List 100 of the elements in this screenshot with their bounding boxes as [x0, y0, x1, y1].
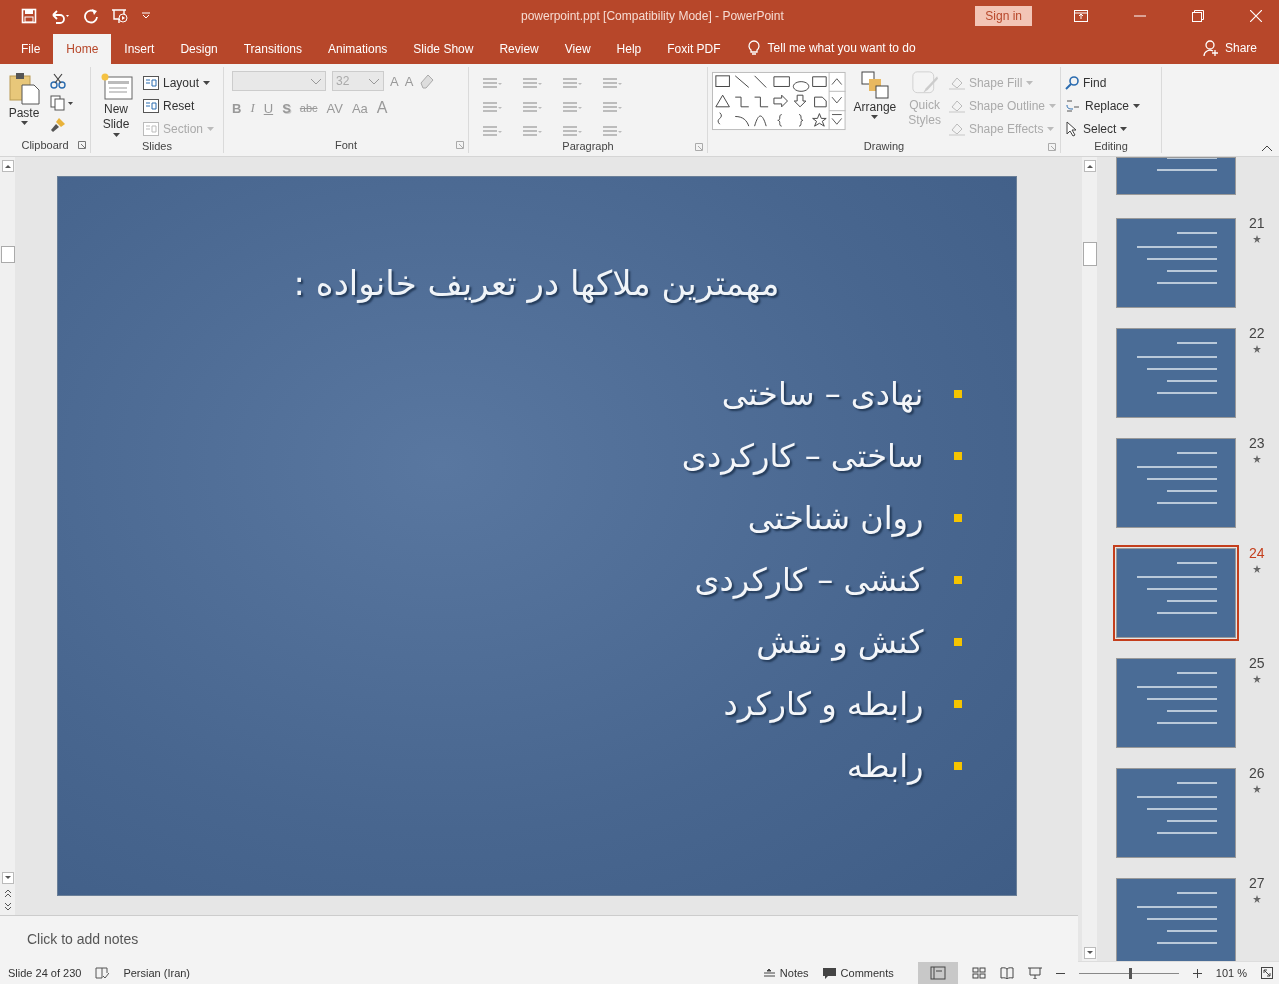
spelling-check-icon[interactable]: [95, 967, 110, 979]
star-icon: [1252, 675, 1261, 683]
presentation-icon[interactable]: [111, 8, 129, 24]
person-add-icon[interactable]: [1202, 40, 1219, 56]
font-name-field[interactable]: [232, 71, 326, 91]
close-icon[interactable]: [1250, 10, 1262, 22]
notes-button[interactable]: Notes: [763, 967, 809, 979]
scroll-up-icon[interactable]: [1083, 160, 1096, 172]
ribbon-tab[interactable]: Foxit PDF: [654, 34, 734, 64]
grid-view-icon[interactable]: [971, 967, 986, 979]
restore-icon[interactable]: [1192, 10, 1204, 22]
editing-button[interactable]: Select: [1065, 119, 1141, 139]
bullet-text: رابطه و کارکرد: [723, 685, 924, 723]
arrange-button[interactable]: Arrange: [849, 71, 901, 119]
slide-number: 27: [1249, 875, 1265, 891]
shapes-gallery[interactable]: [712, 71, 846, 131]
star-icon: [1252, 345, 1261, 353]
zoom-slider-thumb[interactable]: [1128, 967, 1132, 979]
layout-icon: [143, 76, 159, 90]
undo-icon[interactable]: [49, 8, 71, 24]
bullet-square-icon: [953, 576, 962, 584]
bullet-text: رابطه: [846, 747, 924, 785]
zoom-in-icon[interactable]: [1192, 968, 1202, 978]
bullet-square-icon: [953, 700, 962, 708]
ribbon-tab[interactable]: Help: [603, 34, 655, 64]
bullet-text: نهادی – ساختی: [721, 375, 924, 413]
search-icon: [1065, 76, 1079, 90]
scrollbar-thumb[interactable]: [1082, 242, 1097, 266]
ribbon-tab[interactable]: View: [551, 34, 604, 64]
scroll-down-icon[interactable]: [1083, 947, 1096, 959]
ribbon-tab[interactable]: Insert: [111, 34, 168, 64]
scroll-down-icon[interactable]: [1, 872, 14, 884]
editing-button[interactable]: Find: [1065, 73, 1141, 93]
cursor-icon: [1065, 121, 1079, 137]
shape-format-icon: [948, 122, 965, 136]
clipboard-icon: [8, 71, 40, 105]
editing-button[interactable]: Replace: [1065, 96, 1141, 116]
caret-icon: [310, 77, 322, 85]
share-button[interactable]: Share: [1222, 41, 1279, 64]
language-indicator[interactable]: Persian (Iran): [123, 967, 191, 979]
layout-icon: [143, 99, 159, 113]
shape-format-icon: [948, 99, 965, 113]
slide-title: مهمترین ملاکها در تعریف خانواده :: [293, 263, 780, 303]
slideshow-icon[interactable]: [1027, 967, 1042, 979]
scissors-icon[interactable]: [50, 73, 66, 89]
ribbon-tab[interactable]: Review: [486, 34, 552, 64]
shape-format-icon: [948, 76, 965, 90]
speech-bubble-icon: [822, 967, 836, 979]
star-icon: [1252, 565, 1261, 573]
book-icon[interactable]: [999, 967, 1014, 979]
group-label: Paragraph: [562, 140, 614, 152]
normal-view-icon[interactable]: [917, 962, 958, 984]
redo-icon[interactable]: [83, 8, 99, 24]
bullet-square-icon: [953, 762, 962, 770]
bullet-square-icon: [953, 514, 962, 522]
paintbrush-icon[interactable]: [50, 117, 66, 133]
fit-to-window-icon[interactable]: [1261, 967, 1273, 979]
scroll-up-icon[interactable]: [1, 160, 14, 172]
tell-me-search[interactable]: Tell me what you want to do: [767, 41, 916, 64]
slide-sun-icon: [99, 71, 133, 101]
ribbon-tab[interactable]: Transitions: [230, 34, 315, 64]
collapse-ribbon-icon[interactable]: [1261, 145, 1273, 152]
copy-icon[interactable]: [50, 95, 74, 111]
save-icon[interactable]: [21, 8, 37, 24]
caret-icon: [871, 115, 879, 119]
group-label: Font: [335, 139, 357, 151]
scrollbar[interactable]: [0, 157, 15, 915]
star-icon: [1252, 235, 1261, 243]
layout-icon: [143, 122, 159, 136]
next-slide-icon[interactable]: [2, 902, 13, 912]
scrollbar-thumb[interactable]: [0, 246, 15, 263]
ribbon-tab[interactable]: Animations: [315, 34, 401, 64]
comments-button[interactable]: Comments: [822, 967, 894, 979]
scrollbar[interactable]: [1082, 157, 1097, 962]
group-label: Clipboard: [21, 139, 69, 151]
new-slide-button[interactable]: New Slide: [95, 71, 137, 139]
customize-icon[interactable]: [141, 12, 151, 20]
caret-icon: [1120, 127, 1128, 131]
ribbon-tab[interactable]: Home: [53, 34, 112, 64]
bullet-text: روان شناختی: [747, 499, 924, 537]
previous-slide-icon[interactable]: [2, 888, 13, 898]
bullet-square-icon: [953, 452, 962, 460]
ribbon-tab[interactable]: Design: [167, 34, 231, 64]
slide-number: 23: [1249, 435, 1265, 451]
ribbon-display-icon[interactable]: [1074, 10, 1088, 22]
dialog-launcher-icon[interactable]: [78, 141, 86, 149]
slides-button[interactable]: Reset: [143, 96, 215, 116]
notes-placeholder[interactable]: Click to add notes: [27, 931, 139, 947]
window-title: powerpoint.ppt [Compatibility Mode] - PowerPoint: [520, 9, 785, 23]
slides-button[interactable]: Layout: [143, 73, 215, 93]
group-label: Slides: [142, 140, 172, 152]
zoom-level[interactable]: 101 %: [1215, 967, 1247, 979]
sign-in-button[interactable]: Sign in: [975, 6, 1032, 26]
caret-icon: [207, 127, 215, 131]
caret-icon: [112, 133, 120, 137]
caret-icon: [368, 77, 380, 85]
ribbon-tab[interactable]: File: [8, 34, 54, 64]
slide-counter: Slide 24 of 230: [8, 967, 82, 979]
ribbon-tab[interactable]: Slide Show: [400, 34, 487, 64]
paste-button[interactable]: Paste: [4, 71, 44, 137]
